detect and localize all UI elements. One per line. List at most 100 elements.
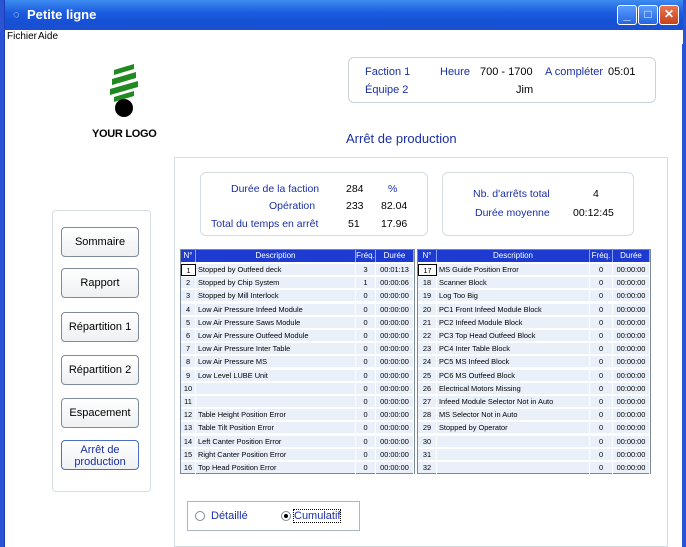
detaille-label[interactable]: Détaillé (211, 510, 248, 522)
cell-freq: 0 (590, 448, 613, 461)
grid-header: N° Description Fréq. Durée (418, 250, 650, 262)
table-row[interactable]: 22 PC3 Top Head Outfeed Block 0 00:00:00 (418, 329, 650, 342)
view-mode-group: Détaillé Cumulatif (187, 501, 360, 531)
cell-duree: 00:00:00 (376, 409, 414, 422)
arret-production-label-1: Arrêt de (80, 444, 120, 456)
cell-description: Left Canter Position Error (196, 435, 356, 448)
table-row[interactable]: 15 Right Canter Position Error 0 00:00:00 (181, 447, 414, 461)
cell-duree: 00:00:00 (376, 462, 414, 474)
table-row[interactable]: 29 Stopped by Operator 0 00:00:00 (418, 421, 650, 435)
maximize-button[interactable]: □ (638, 5, 658, 25)
table-row[interactable]: 6 Low Air Pressure Outfeed Module 0 00:00:0… (181, 329, 414, 342)
table-row[interactable]: 12 Table Height Position Error 0 00:00:00 (181, 408, 414, 422)
table-row[interactable]: 21 PC2 Infeed Module Block 0 00:00:00 (418, 315, 650, 329)
cell-freq: 0 (356, 396, 376, 408)
table-row[interactable]: 18 Scanner Block 0 00:00:00 (418, 276, 650, 290)
cell-num: 12 (181, 409, 196, 422)
table-row[interactable]: 14 Left Canter Position Error 0 00:00:00 (181, 434, 414, 448)
rapport-button[interactable]: Rapport (61, 268, 139, 298)
table-row[interactable]: 10 0 00:00:00 (181, 381, 414, 395)
cell-num: 20 (418, 303, 437, 316)
cell-num: 26 (418, 382, 437, 395)
a-completer-value: 05:01 (608, 66, 636, 78)
company-logo (110, 64, 138, 117)
table-row[interactable]: 11 0 00:00:00 (181, 395, 414, 408)
duree-faction-value: 284 (346, 183, 364, 195)
table-row[interactable]: 26 Electrical Motors Missing 0 00:00:00 (418, 381, 650, 395)
heure-label: Heure (440, 66, 470, 78)
column-header-description[interactable]: Description (196, 250, 356, 262)
close-button[interactable]: ✕ (659, 5, 679, 25)
cell-duree: 00:00:00 (376, 369, 414, 382)
arret-production-button[interactable]: Arrêt de production (61, 440, 139, 470)
column-header-duree[interactable]: Durée (376, 250, 414, 262)
table-row[interactable]: 3 Stopped by Mill Interlock 0 00:00:00 (181, 289, 414, 303)
cell-description: Electrical Motors Missing (437, 382, 590, 395)
cell-description: Table Height Position Error (196, 409, 356, 422)
cell-duree: 00:00:00 (613, 382, 650, 395)
cell-duree: 00:00:00 (613, 369, 650, 382)
cell-freq: 0 (590, 290, 613, 303)
table-row[interactable]: 30 0 00:00:00 (418, 434, 650, 448)
column-header-num[interactable]: N° (418, 250, 437, 262)
table-row[interactable]: 28 MS Selector Not in Auto 0 00:00:00 (418, 408, 650, 422)
table-row[interactable]: 1 Stopped by Outfeed deck 3 00:01:13 (181, 263, 414, 276)
table-row[interactable]: 25 PC6 MS Outfeed Block 0 00:00:00 (418, 368, 650, 382)
menu-fichier[interactable]: Fichier (7, 30, 37, 44)
cell-duree: 00:00:00 (376, 435, 414, 448)
cumulatif-label[interactable]: Cumulatif (292, 509, 342, 523)
table-row[interactable]: 16 Top Head Position Error 0 00:00:00 (181, 461, 414, 474)
cell-freq: 0 (590, 435, 613, 448)
cell-duree: 00:00:00 (613, 277, 650, 290)
table-row[interactable]: 8 Low Air Pressure MS 0 00:00:00 (181, 355, 414, 369)
espacement-button[interactable]: Espacement (61, 398, 139, 428)
menu-aide[interactable]: Aide (38, 30, 58, 44)
cell-description: PC5 MS Infeed Block (437, 356, 590, 369)
cell-freq: 0 (590, 382, 613, 395)
column-header-duree[interactable]: Durée (613, 250, 650, 262)
cumulatif-radio[interactable] (281, 511, 291, 521)
table-row[interactable]: 20 PC1 Front Infeed Module Block 0 00:00:00 (418, 302, 650, 316)
table-row[interactable]: 23 PC4 Inter Table Block 0 00:00:00 (418, 342, 650, 356)
cell-duree: 00:00:00 (376, 316, 414, 329)
minimize-button[interactable]: _ (617, 5, 637, 25)
cell-freq: 0 (356, 290, 376, 303)
table-row[interactable]: 2 Stopped by Chip System 1 00:00:06 (181, 276, 414, 290)
cell-freq: 0 (356, 303, 376, 316)
cell-description: MS Guide Position Error (437, 264, 590, 276)
table-row[interactable]: 5 Low Air Pressure Saws Module 0 00:00:00 (181, 315, 414, 329)
title-bar[interactable]: ◌ Petite ligne _ □ ✕ (5, 0, 683, 30)
table-row[interactable]: 7 Low Air Pressure Inter Table 0 00:00:00 (181, 342, 414, 356)
column-header-freq[interactable]: Fréq. (590, 250, 613, 262)
cell-num: 21 (418, 316, 437, 329)
repartition2-button[interactable]: Répartition 2 (61, 355, 139, 385)
stop-stats-box: Nb. d'arrêts total 4 Durée moyenne 00:12… (442, 172, 634, 236)
cell-num: 32 (418, 462, 437, 474)
table-row[interactable]: 19 Log Too Big 0 00:00:00 (418, 289, 650, 303)
repartition1-button[interactable]: Répartition 1 (61, 312, 139, 342)
cell-freq: 0 (590, 264, 613, 276)
cell-num: 24 (418, 356, 437, 369)
cell-freq: 0 (590, 330, 613, 342)
table-row[interactable]: 9 Low Level LUBE Unit 0 00:00:00 (181, 368, 414, 382)
table-row[interactable]: 32 0 00:00:00 (418, 461, 650, 474)
stops-grid-left[interactable]: N° Description Fréq. Durée 1 Stopped by Outfe… (180, 249, 415, 474)
cell-duree: 00:00:00 (376, 396, 414, 408)
column-header-num[interactable]: N° (181, 250, 196, 262)
table-row[interactable]: 31 0 00:00:00 (418, 447, 650, 461)
column-header-freq[interactable]: Fréq. (356, 250, 376, 262)
a-completer-label: A compléter (545, 66, 604, 78)
cell-freq: 0 (356, 369, 376, 382)
sommaire-button[interactable]: Sommaire (61, 227, 139, 257)
cell-freq: 1 (356, 277, 376, 290)
table-row[interactable]: 4 Low Air Pressure Infeed Module 0 00:00:00 (181, 302, 414, 316)
cell-duree: 00:00:00 (613, 462, 650, 474)
table-row[interactable]: 17 MS Guide Position Error 0 00:00:00 (418, 263, 650, 276)
table-row[interactable]: 13 Table Tilt Position Error 0 00:00:00 (181, 421, 414, 435)
table-row[interactable]: 27 Infeed Module Selector Not in Auto 0 00:… (418, 395, 650, 408)
stops-grid-right[interactable]: N° Description Fréq. Durée 17 MS Guide Positi… (417, 249, 651, 474)
cell-num: 11 (181, 396, 196, 408)
detaille-radio[interactable] (195, 511, 205, 521)
column-header-description[interactable]: Description (437, 250, 590, 262)
table-row[interactable]: 24 PC5 MS Infeed Block 0 00:00:00 (418, 355, 650, 369)
